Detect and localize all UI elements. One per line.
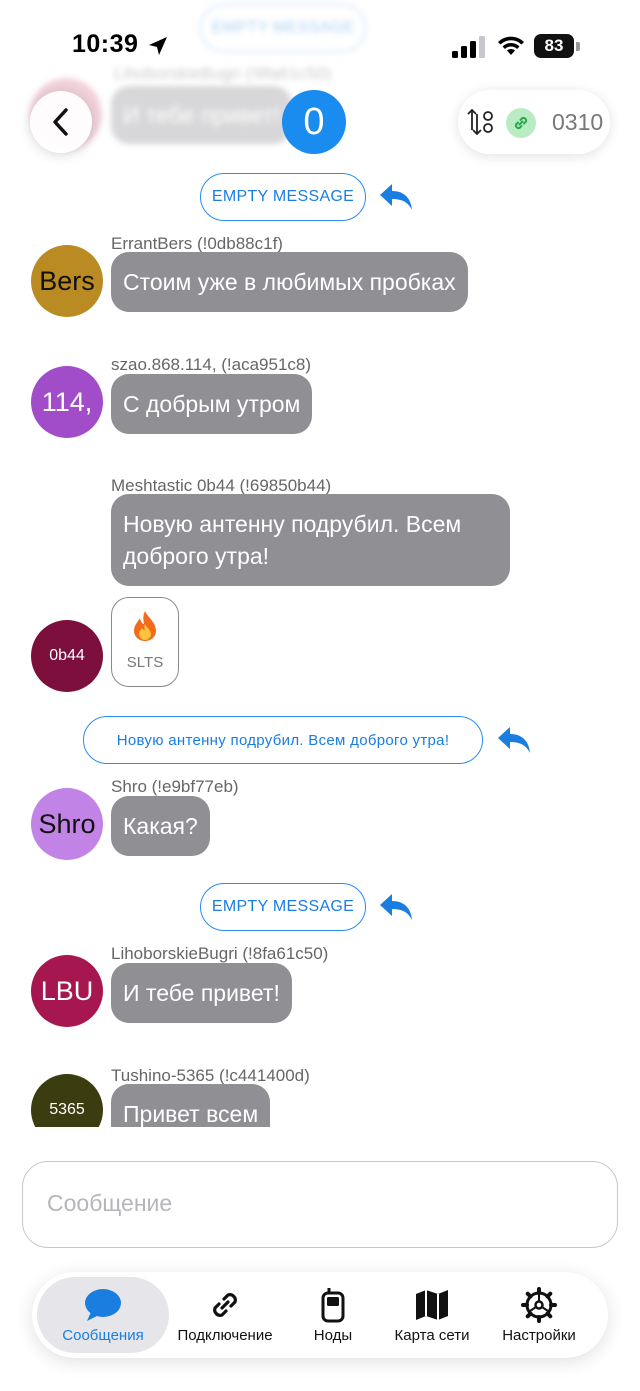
location-arrow-icon [149, 37, 167, 55]
avatar[interactable]: Shro [31, 788, 103, 860]
tapback-label: SLTS [126, 654, 164, 671]
reply-chip[interactable]: Новую антенну подрубил. Всем доброго утр… [83, 716, 483, 764]
message-list[interactable]: EMPTY MESSAGE LihoborskieBugri (!8fa61c5… [0, 0, 640, 1127]
tapback-reaction[interactable]: SLTS [111, 597, 179, 687]
avatar[interactable]: 114, [31, 366, 103, 438]
status-time: 10:39 [72, 30, 139, 58]
message-bubble[interactable]: Привет всем [111, 1084, 271, 1127]
tab-settings[interactable]: Настройки [488, 1272, 590, 1358]
message-sender: ErrantBers (!0db88c1f) [111, 234, 283, 253]
channel-badge[interactable]: 0 [282, 90, 346, 154]
reply-arrow-icon [380, 894, 412, 920]
map-icon [412, 1287, 452, 1323]
wifi-icon [498, 36, 524, 55]
tab-bar: Сообщения Подключение Ноды Карта сети На… [32, 1272, 608, 1358]
message-sender: LihoborskieBugri (!8fa61c50) [111, 944, 329, 963]
reply-arrow-icon [380, 184, 412, 210]
tab-label: Подключение [177, 1326, 273, 1344]
fire-emoji-icon [112, 610, 178, 647]
message-bubble[interactable]: И тебе привет! [111, 963, 292, 1023]
message-input-placeholder: Сообщение [47, 1190, 173, 1216]
gear-icon [519, 1286, 559, 1323]
message-bubble[interactable]: Стоим уже в любимых пробках [111, 252, 468, 312]
message-sender: szao.868.114, (!aca951c8) [111, 355, 312, 374]
reply-chip[interactable]: EMPTY MESSAGE [200, 173, 366, 221]
back-button[interactable] [30, 91, 92, 153]
avatar[interactable]: LBU [31, 955, 103, 1027]
chat-bubble-icon [83, 1287, 123, 1323]
tab-connection[interactable]: Подключение [169, 1272, 281, 1358]
message-bubble[interactable]: С добрым утром [111, 374, 313, 434]
tab-label: Карта сети [394, 1326, 470, 1344]
tab-label: Сообщения [62, 1326, 144, 1344]
tab-nodes[interactable]: Ноды [286, 1272, 380, 1358]
cellular-signal-icon [452, 36, 485, 58]
message-sender: Tushino-5365 (!c441400d) [111, 1066, 310, 1085]
connection-status-pill[interactable]: 0310 [458, 90, 610, 154]
chevron-left-icon [53, 108, 68, 136]
link-status-icon [506, 108, 536, 138]
avatar[interactable]: 5365 [31, 1074, 103, 1127]
tab-map[interactable]: Карта сети [382, 1272, 482, 1358]
battery-level: 83 [534, 34, 574, 58]
tab-label: Ноды [313, 1326, 353, 1344]
link-icon [205, 1287, 245, 1323]
reply-arrow-icon [498, 727, 530, 753]
ghost-bubble: И тебе привет! [111, 86, 292, 144]
message-bubble[interactable]: Какая? [111, 796, 210, 856]
reply-chip[interactable]: EMPTY MESSAGE [200, 883, 366, 931]
node-code: 0310 [552, 109, 604, 135]
message-bubble[interactable]: Новую антенну подрубил. Всем доброго утр… [111, 494, 510, 586]
tab-messages[interactable]: Сообщения [37, 1277, 169, 1353]
battery-cap [576, 42, 580, 51]
radio-device-icon [313, 1287, 353, 1323]
sort-arrows-icon [467, 108, 493, 136]
avatar[interactable]: 0b44 [31, 620, 103, 692]
message-sender: Meshtastic 0b44 (!69850b44) [111, 476, 332, 495]
message-input[interactable]: Сообщение [22, 1161, 618, 1248]
battery-indicator: 83 [534, 34, 582, 58]
message-sender: Shro (!e9bf77eb) [111, 777, 239, 796]
avatar[interactable]: Bers [31, 245, 103, 317]
tab-label: Настройки [502, 1326, 576, 1344]
status-bar: 10:39 83 [0, 0, 640, 80]
